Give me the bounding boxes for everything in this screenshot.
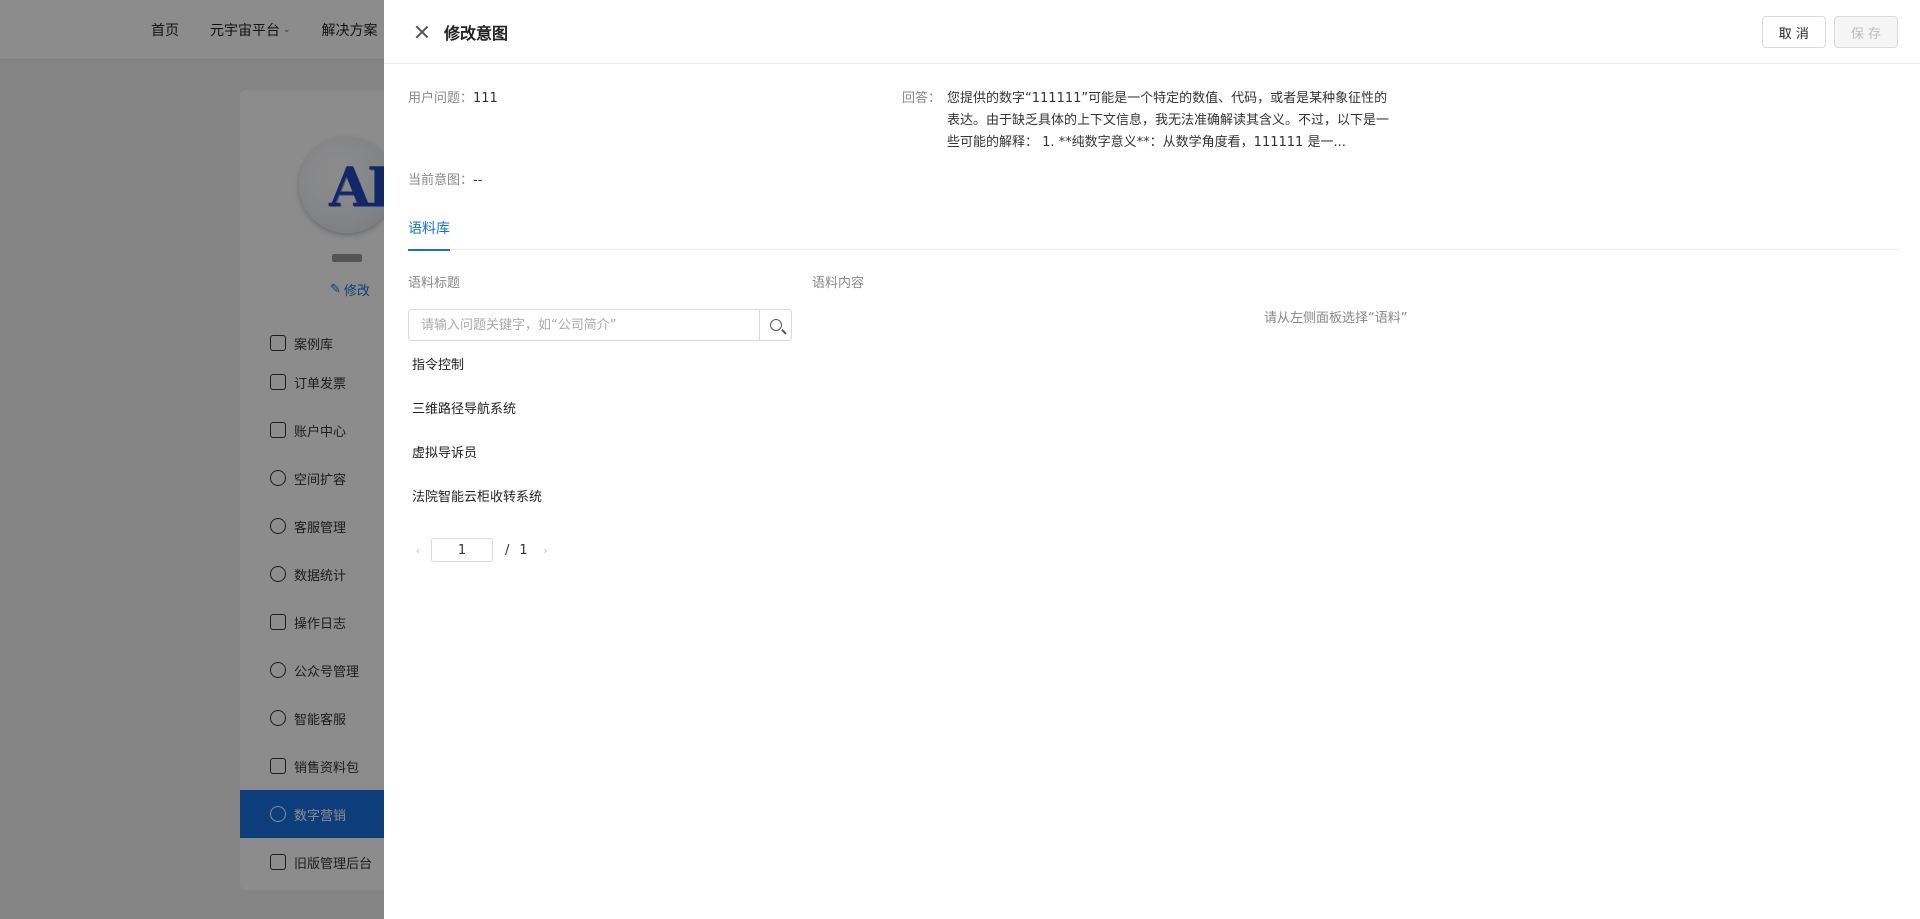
- cancel-button[interactable]: 取 消: [1761, 16, 1826, 48]
- search-input[interactable]: [409, 310, 759, 340]
- answer-label: 回答：: [902, 91, 942, 106]
- current-intent-row: 当前意图：--: [408, 170, 482, 192]
- page-separator: /: [505, 542, 510, 558]
- question-value: 111: [473, 91, 498, 106]
- corpus-title-header: 语料标题: [408, 276, 461, 291]
- drawer-header: 修改意图 取 消 保 存: [384, 0, 1920, 64]
- intent-value: --: [473, 173, 483, 188]
- edit-intent-drawer: 修改意图 取 消 保 存 用户问题：111 回答： 您提供的数字“111111”…: [384, 0, 1920, 919]
- list-item[interactable]: 指令控制: [408, 344, 792, 388]
- answer-row: 回答： 您提供的数字“111111”可能是一个特定的数值、代码，或者是某种象征性…: [902, 88, 1402, 154]
- answer-value: 您提供的数字“111111”可能是一个特定的数值、代码，或者是某种象征性的表达。…: [947, 91, 1390, 150]
- next-page-icon[interactable]: ›: [536, 544, 556, 557]
- user-question-row: 用户问题：111: [408, 88, 498, 110]
- save-button[interactable]: 保 存: [1833, 16, 1898, 48]
- list-item[interactable]: 法院智能云柜收转系统: [408, 476, 792, 520]
- page-number-input[interactable]: [431, 538, 493, 562]
- corpus-list: 指令控制 三维路径导航系统 虚拟导诉员 法院智能云柜收转系统: [408, 344, 792, 520]
- header-actions: 取 消 保 存: [1761, 16, 1898, 48]
- prev-page-icon[interactable]: ‹: [408, 544, 428, 557]
- drawer-title: 修改意图: [444, 23, 509, 43]
- pagination: ‹ / 1 ›: [408, 537, 556, 563]
- search-icon: [769, 319, 782, 331]
- search-box: [408, 309, 792, 341]
- list-item[interactable]: 三维路径导航系统: [408, 388, 792, 432]
- tab-bar: 语料库: [408, 218, 1898, 251]
- tab-corpus[interactable]: 语料库: [408, 218, 450, 251]
- empty-content-hint: 请从左侧面板选择“语料”: [1264, 311, 1408, 326]
- close-icon[interactable]: [412, 22, 432, 42]
- search-button[interactable]: [759, 310, 791, 340]
- list-item[interactable]: 虚拟导诉员: [408, 432, 792, 476]
- corpus-content-header: 语料内容: [812, 276, 865, 291]
- intent-label: 当前意图：: [408, 173, 474, 188]
- page-total: 1: [519, 542, 528, 558]
- question-label: 用户问题：: [408, 91, 474, 106]
